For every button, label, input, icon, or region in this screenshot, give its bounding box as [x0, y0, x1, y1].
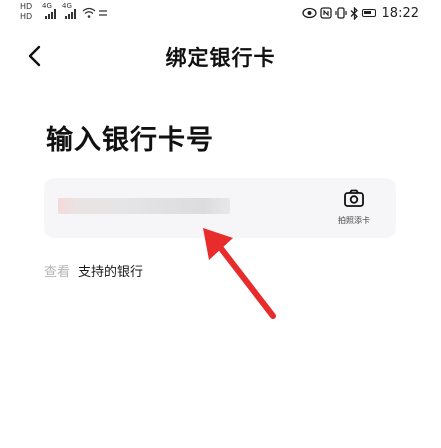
- card-number-input[interactable]: [58, 198, 230, 214]
- support-prefix-text: 查看: [44, 265, 71, 280]
- signal-icon: [65, 9, 76, 19]
- bluetooth-icon: [350, 6, 358, 20]
- hd-badge: HD: [20, 12, 33, 21]
- hd-badge: HD: [20, 2, 33, 11]
- scan-card-label: 拍照添卡: [338, 216, 370, 225]
- signal-icon: [45, 9, 56, 19]
- battery-icon: [361, 9, 376, 17]
- camera-icon: [344, 189, 364, 207]
- status-time: 18:22: [381, 5, 419, 21]
- page-title: 绑定银行卡: [165, 46, 276, 70]
- nfc-icon: [319, 7, 332, 19]
- eye-comfort-icon: [301, 7, 317, 19]
- wifi-icon: [82, 7, 96, 18]
- vibrate-icon: [334, 7, 347, 19]
- section-title: 输入银行卡号: [46, 125, 214, 156]
- scan-card-button[interactable]: 拍照添卡: [328, 186, 380, 230]
- data-transfer-icon: [99, 10, 107, 16]
- status-bar: HD HD 4G 4G 18:22: [0, 0, 441, 26]
- annotation-arrow-icon: [203, 228, 276, 319]
- supported-banks-row: 查看 支持的银行: [44, 261, 143, 281]
- status-bar-right: 18:22: [301, 3, 419, 23]
- supported-banks-link[interactable]: 支持的银行: [78, 265, 143, 280]
- navigation-bar: 绑定银行卡: [0, 36, 441, 76]
